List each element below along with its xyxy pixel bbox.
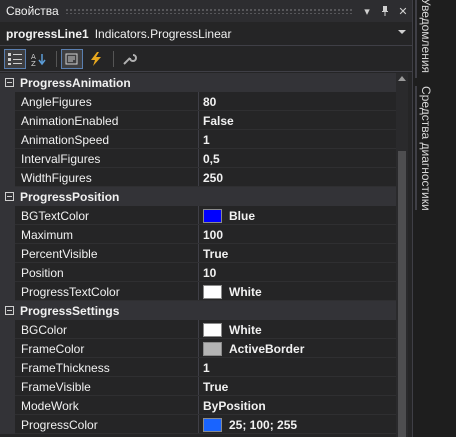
property-pages-button[interactable]	[118, 49, 140, 69]
property-value[interactable]: White	[203, 322, 262, 337]
property-value[interactable]: 250	[203, 171, 223, 185]
panel-title: Свойства	[6, 4, 59, 18]
pin-icon	[382, 6, 388, 16]
events-icon	[91, 51, 101, 66]
color-swatch	[203, 417, 222, 432]
properties-icon	[65, 53, 78, 64]
property-name: AngleFigures	[21, 94, 92, 109]
property-row[interactable]: ProgressTextColor White	[0, 282, 396, 301]
tab-notifications[interactable]: Уведомления	[419, 0, 433, 73]
property-row[interactable]: PercentVisible True	[0, 244, 396, 263]
property-name: IntervalFigures	[21, 151, 101, 166]
object-selector[interactable]: progressLine1 Indicators.ProgressLinear	[0, 22, 412, 46]
property-row[interactable]: WidthFigures 250	[0, 168, 396, 187]
toolbar-separator	[113, 50, 114, 67]
chevron-down-icon[interactable]	[398, 30, 406, 34]
color-swatch	[203, 341, 222, 356]
object-name: progressLine1	[6, 26, 89, 41]
object-type: Indicators.ProgressLinear	[94, 26, 232, 41]
property-row[interactable]: FrameVisible True	[0, 377, 396, 396]
property-value[interactable]: Blue	[203, 208, 255, 223]
categorized-button[interactable]	[4, 48, 26, 69]
collapse-icon[interactable]	[5, 78, 14, 87]
collapse-icon[interactable]	[5, 192, 14, 201]
property-value[interactable]: False	[203, 114, 234, 128]
category-progress-settings[interactable]: ProgressSettings	[0, 301, 396, 320]
property-row[interactable]: ModeWork ByPosition	[0, 396, 396, 415]
category-label: ProgressSettings	[20, 303, 120, 318]
categorized-icon	[8, 52, 22, 65]
property-row[interactable]: BGTextColor Blue	[0, 206, 396, 225]
category-label: ProgressPosition	[20, 189, 120, 204]
collapse-icon[interactable]	[5, 306, 14, 315]
color-swatch	[203, 208, 222, 223]
property-name: Position	[21, 265, 64, 280]
color-swatch	[203, 284, 222, 299]
property-row[interactable]: Maximum 100	[0, 225, 396, 244]
property-name: BGColor	[21, 322, 68, 337]
property-name: AnimationEnabled	[21, 113, 119, 128]
property-grid: ProgressAnimation AngleFigures 80 Animat…	[0, 73, 396, 437]
close-button[interactable]: ✕	[394, 0, 412, 22]
property-value[interactable]: 0,5	[203, 152, 220, 166]
property-value[interactable]: 25; 100; 255	[203, 417, 297, 432]
pin-button[interactable]	[376, 0, 394, 22]
property-value[interactable]: 1	[203, 361, 210, 375]
window-position-button[interactable]: ▾	[358, 0, 376, 22]
property-row[interactable]: AngleFigures 80	[0, 92, 396, 111]
side-tab-strip: Уведомления Средства диагностики	[412, 0, 456, 437]
tab-marker	[415, 86, 417, 210]
property-value[interactable]: 10	[203, 266, 216, 280]
tab-diagnostic-tools[interactable]: Средства диагностики	[419, 86, 433, 211]
property-value[interactable]: True	[203, 380, 228, 394]
property-row[interactable]: AnimationEnabled False	[0, 111, 396, 130]
panel-titlebar[interactable]: Свойства ▾ ✕	[0, 0, 412, 22]
properties-toolbar: A Z	[0, 46, 412, 72]
alphabetical-button[interactable]: A Z	[28, 49, 50, 69]
svg-text:Z: Z	[31, 60, 36, 66]
property-value[interactable]: 100	[203, 228, 223, 242]
events-button[interactable]	[85, 49, 107, 69]
vertical-scrollbar[interactable]	[396, 73, 408, 437]
toolbar-separator	[56, 50, 57, 67]
property-row[interactable]: FrameThickness 1	[0, 358, 396, 377]
property-value[interactable]: True	[203, 247, 228, 261]
property-value[interactable]: ActiveBorder	[203, 341, 304, 356]
property-value[interactable]: 80	[203, 95, 216, 109]
scrollbar-thumb[interactable]	[398, 151, 406, 437]
property-name: Maximum	[21, 227, 74, 242]
property-row[interactable]: Position 10	[0, 263, 396, 282]
property-name: ModeWork	[21, 398, 79, 413]
property-name: AnimationSpeed	[21, 132, 110, 147]
property-row[interactable]: BGColor White	[0, 320, 396, 339]
property-name: ProgressTextColor	[21, 284, 120, 299]
scroll-up-icon[interactable]	[398, 76, 406, 81]
alphabetical-icon: A Z	[31, 53, 46, 66]
category-label: ProgressAnimation	[20, 75, 131, 90]
property-name: WidthFigures	[21, 170, 92, 185]
property-value[interactable]: 1	[203, 133, 210, 147]
property-row[interactable]: AnimationSpeed 1	[0, 130, 396, 149]
property-value[interactable]: ByPosition	[203, 399, 266, 413]
property-row[interactable]: IntervalFigures 0,5	[0, 149, 396, 168]
category-progress-position[interactable]: ProgressPosition	[0, 187, 396, 206]
property-name: FrameColor	[21, 341, 85, 356]
color-swatch	[203, 322, 222, 337]
property-name: BGTextColor	[21, 208, 90, 223]
tab-marker	[415, 0, 417, 78]
property-name: FrameThickness	[21, 360, 110, 375]
property-name: PercentVisible	[21, 246, 98, 261]
properties-button[interactable]	[61, 48, 83, 69]
properties-panel: Свойства ▾ ✕ progressLine1 Indicators.Pr…	[0, 0, 412, 437]
drag-grip[interactable]	[64, 8, 352, 14]
property-row[interactable]: FrameColor ActiveBorder	[0, 339, 396, 358]
wrench-icon	[123, 53, 137, 65]
property-value[interactable]: White	[203, 284, 262, 299]
category-progress-animation[interactable]: ProgressAnimation	[0, 73, 396, 92]
property-row[interactable]: ProgressColor 25; 100; 255	[0, 415, 396, 434]
property-name: FrameVisible	[21, 379, 91, 394]
property-name: ProgressColor	[21, 417, 98, 432]
